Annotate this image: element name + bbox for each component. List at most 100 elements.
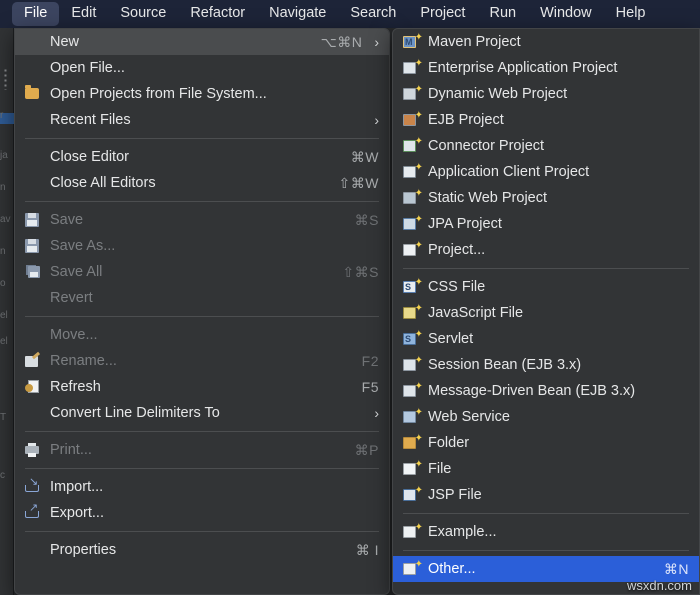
menu-item-label: Enterprise Application Project (428, 60, 689, 76)
file-menu-item-recent-files[interactable]: Recent Files› (15, 107, 389, 133)
menu-item-label: Save All (50, 264, 328, 280)
new-submenu-item-connector-project[interactable]: ✦Connector Project (393, 133, 699, 159)
menubar-item-help[interactable]: Help (604, 2, 658, 26)
file-menu-item-export[interactable]: Export... (15, 500, 389, 526)
message-driven-bean-icon: ✦ (403, 384, 422, 398)
file-menu-item-new[interactable]: New ⌥⌘N › (15, 29, 389, 55)
ide-gutter-dots-icon (4, 68, 7, 90)
new-submenu-item-file[interactable]: ✦File (393, 456, 699, 482)
new-submenu-item-servlet[interactable]: S✦Servlet (393, 326, 699, 352)
menu-item-label: Web Service (428, 409, 689, 425)
menubar-item-edit[interactable]: Edit (59, 2, 108, 26)
new-submenu-item-dynamic-web-project[interactable]: ✦ Dynamic Web Project (393, 81, 699, 107)
new-submenu-item-ejb-project[interactable]: ✦ EJB Project (393, 107, 699, 133)
new-submenu-item-message-driven-bean-ejb-3-x[interactable]: ✦Message-Driven Bean (EJB 3.x) (393, 378, 699, 404)
menu-separator (403, 513, 689, 514)
menu-item-label: Project... (428, 242, 689, 258)
new-submenu-item-application-client-project[interactable]: ✦Application Client Project (393, 159, 699, 185)
file-menu-item-print: Print...⌘P (15, 437, 389, 463)
new-submenu-item-example[interactable]: ✦Example... (393, 519, 699, 545)
rename-icon (25, 353, 44, 369)
menu-item-label: Close All Editors (50, 175, 325, 191)
ide-background-text: n (0, 182, 14, 194)
new-submenu-item-maven-project[interactable]: M✦Maven Project (393, 29, 699, 55)
menu-item-shortcut: F5 (362, 379, 379, 395)
save-icon (25, 212, 44, 228)
menu-item-shortcut: ⌘S (355, 212, 379, 229)
menu-item-shortcut: ⌥⌘N (321, 34, 363, 51)
menubar-item-file[interactable]: File (12, 2, 59, 26)
menu-item-label: JPA Project (428, 216, 689, 232)
new-submenu-item-web-service[interactable]: ✦Web Service (393, 404, 699, 430)
new-submenu-item-jpa-project[interactable]: ✦JPA Project (393, 211, 699, 237)
menu-item-label: Dynamic Web Project (428, 86, 689, 102)
menu-item-label: JSP File (428, 487, 689, 503)
menu-item-label: Revert (50, 290, 379, 306)
menubar-item-window[interactable]: Window (528, 2, 604, 26)
new-submenu-item-jsp-file[interactable]: ✦ JSP File (393, 482, 699, 508)
menu-item-label: Convert Line Delimiters To (50, 405, 362, 421)
file-menu-item-open-file[interactable]: Open File... (15, 55, 389, 81)
new-submenu-item-session-bean-ejb-3-x[interactable]: ✦Session Bean (EJB 3.x) (393, 352, 699, 378)
file-menu-item-close-editor[interactable]: Close Editor⌘W (15, 144, 389, 170)
menu-item-shortcut: ⌘W (351, 149, 379, 166)
menu-item-label: Open Projects from File System... (50, 86, 379, 102)
menu-separator (403, 550, 689, 551)
file-menu-item-refresh[interactable]: RefreshF5 (15, 374, 389, 400)
menu-item-label: CSS File (428, 279, 689, 295)
file-menu-item-close-all-editors[interactable]: Close All Editors ⇧⌘W (15, 170, 389, 196)
chevron-right-icon: › (374, 406, 379, 420)
ide-background-text: el (0, 310, 14, 322)
menu-item-label: Open File... (50, 60, 379, 76)
menu-item-label: Save (50, 212, 341, 228)
file-menu-item-move: Move... (15, 322, 389, 348)
menu-item-label: JavaScript File (428, 305, 689, 321)
save-all-icon (25, 264, 44, 280)
ejb-project-icon: ✦ (403, 113, 422, 127)
menubar-item-run[interactable]: Run (477, 2, 528, 26)
icon-placeholder (25, 175, 44, 191)
jsp-file-icon: ✦ (403, 488, 422, 502)
menubar-item-refactor[interactable]: Refactor (178, 2, 257, 26)
ide-background-text: el (0, 336, 14, 348)
chevron-right-icon: › (374, 35, 379, 49)
menubar-item-project[interactable]: Project (408, 2, 477, 26)
menubar-item-navigate[interactable]: Navigate (257, 2, 338, 26)
new-submenu-item-static-web-project[interactable]: ✦Static Web Project (393, 185, 699, 211)
menu-item-label: File (428, 461, 689, 477)
ide-background-text: T (0, 412, 14, 424)
new-submenu-item-folder[interactable]: ✦Folder (393, 430, 699, 456)
menu-item-shortcut: ⇧⌘W (339, 175, 379, 192)
menu-item-label: EJB Project (428, 112, 689, 128)
file-menu-item-open-projects-from-file-system[interactable]: Open Projects from File System... (15, 81, 389, 107)
menu-item-shortcut: ⌘ I (356, 542, 379, 559)
css-file-icon: S✦ (403, 280, 422, 294)
menu-item-label: Move... (50, 327, 379, 343)
ide-background-text: r (0, 110, 14, 122)
new-submenu-panel: M✦Maven Project ✦ Enterprise Application P… (392, 28, 700, 595)
file-menu-item-import[interactable]: Import... (15, 474, 389, 500)
menubar-item-source[interactable]: Source (108, 2, 178, 26)
file-menu-item-convert-line-delimiters-to[interactable]: Convert Line Delimiters To › (15, 400, 389, 426)
enterprise-application-project-icon: ✦ (403, 61, 422, 75)
new-submenu-item-project[interactable]: ✦ Project... (393, 237, 699, 263)
new-submenu-item-css-file[interactable]: S✦ CSS File (393, 274, 699, 300)
menu-item-label: Properties (50, 542, 342, 558)
dynamic-web-project-icon: ✦ (403, 87, 422, 101)
icon-placeholder (25, 327, 44, 343)
menubar-item-search[interactable]: Search (338, 2, 408, 26)
file-menu-item-revert: Revert (15, 285, 389, 311)
file-menu-item-rename: Rename...F2 (15, 348, 389, 374)
import-icon (25, 479, 44, 495)
connector-project-icon: ✦ (403, 139, 422, 153)
file-menu-item-properties[interactable]: Properties ⌘ I (15, 537, 389, 563)
folder-icon: ✦ (403, 436, 422, 450)
file-menu-item-save-as: Save As... (15, 233, 389, 259)
new-submenu-item-enterprise-application-project[interactable]: ✦ Enterprise Application Project (393, 55, 699, 81)
menu-item-label: New (50, 34, 307, 50)
new-submenu-item-javascript-file[interactable]: ✦JavaScript File (393, 300, 699, 326)
project-icon: ✦ (403, 243, 422, 257)
file-menu-item-save: Save ⌘S (15, 207, 389, 233)
printer-icon (25, 442, 44, 458)
ide-background-text: c (0, 470, 14, 482)
